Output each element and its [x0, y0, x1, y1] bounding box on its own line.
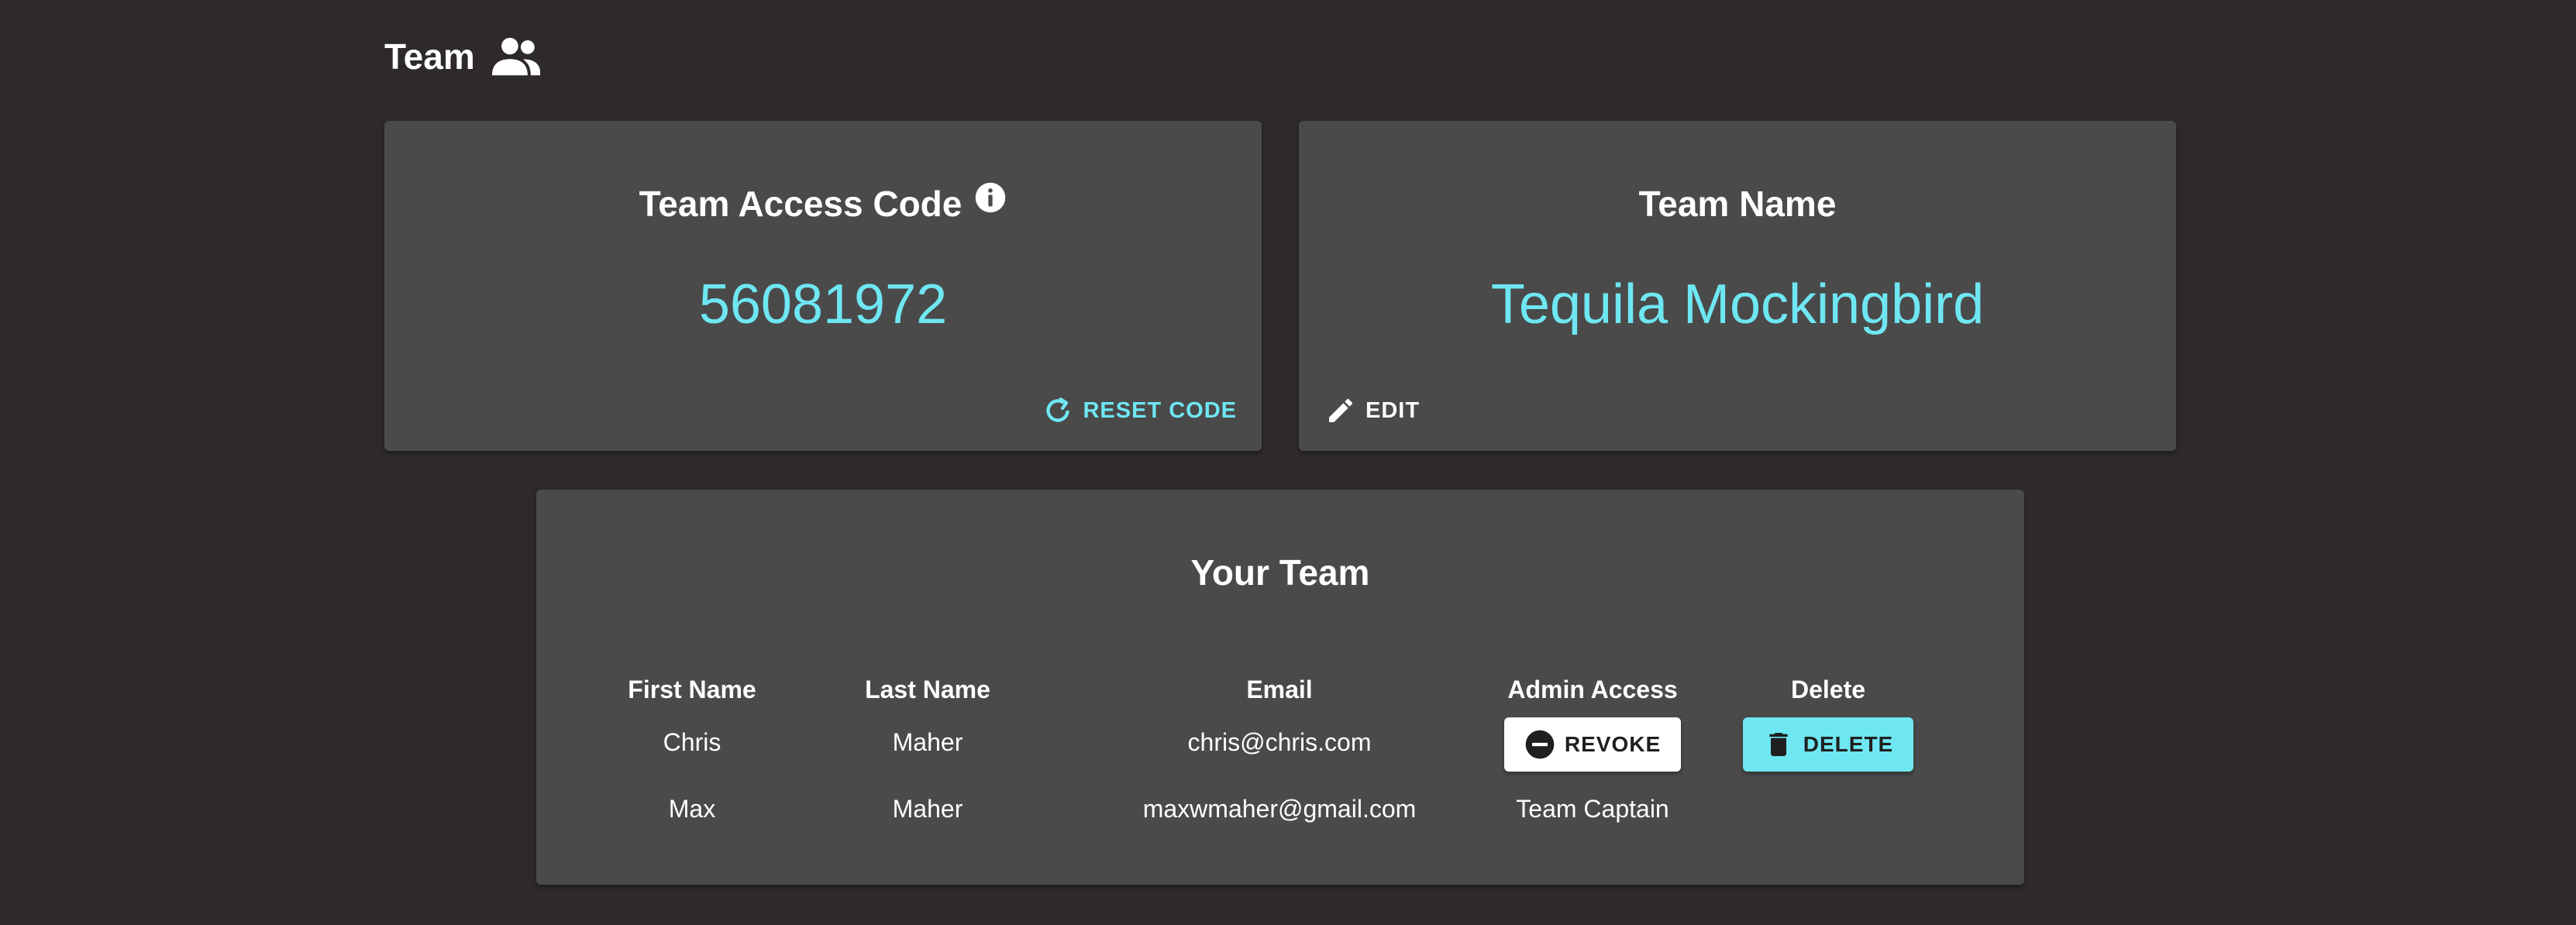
admin-status-label: Team Captain: [1516, 795, 1669, 823]
delete-member-button[interactable]: DELETE: [1743, 717, 1913, 772]
access-code-value: 56081972: [698, 273, 948, 335]
page-header: Team: [384, 36, 542, 77]
trash-icon: [1769, 733, 1788, 756]
info-icon[interactable]: [974, 181, 1007, 214]
member-last-name: Maher: [892, 728, 963, 756]
access-code-title-wrap: Team Access Code: [639, 181, 1007, 225]
column-header-first-name: First Name: [628, 676, 756, 703]
edit-team-name-button[interactable]: EDIT: [1325, 395, 1420, 426]
revoke-admin-button[interactable]: REVOKE: [1504, 717, 1681, 772]
access-code-title-row: Team Access Code: [384, 181, 1262, 225]
team-name-title: Team Name: [1638, 184, 1837, 224]
column-header-email: Email: [1246, 676, 1313, 703]
refresh-icon: [1046, 397, 1070, 422]
reset-code-button[interactable]: RESET CODE: [1042, 395, 1237, 426]
revoke-label: REVOKE: [1564, 732, 1662, 756]
people-icon: [491, 37, 540, 76]
access-code-card: Team Access Code 56081972 RESET CODE: [384, 121, 1262, 451]
access-code-title: Team Access Code: [639, 184, 963, 224]
team-name-value: Tequila Mockingbird: [1490, 273, 1985, 335]
column-header-delete: Delete: [1790, 676, 1866, 703]
column-header-admin-access: Admin Access: [1507, 676, 1678, 703]
reset-code-label: RESET CODE: [1083, 397, 1237, 423]
member-first-name: Chris: [663, 728, 721, 756]
member-email: maxwmaher@gmail.com: [1142, 795, 1417, 823]
pencil-icon: [1329, 399, 1352, 422]
remove-circle-icon: [1525, 730, 1555, 759]
member-first-name: Max: [668, 795, 716, 823]
page-title: Team: [384, 36, 475, 77]
your-team-title: Your Team: [1190, 552, 1370, 593]
edit-label: EDIT: [1365, 397, 1421, 423]
delete-label: DELETE: [1803, 732, 1894, 756]
member-last-name: Maher: [892, 795, 963, 823]
column-header-last-name: Last Name: [865, 676, 990, 703]
team-page: Team Team Access Code 56081972 RESET COD…: [0, 0, 2576, 925]
member-email: chris@chris.com: [1187, 728, 1372, 756]
team-name-card: Team Name Tequila Mockingbird EDIT: [1299, 121, 2176, 451]
your-team-card: Your Team First Name Last Name Email Adm…: [536, 490, 2024, 885]
